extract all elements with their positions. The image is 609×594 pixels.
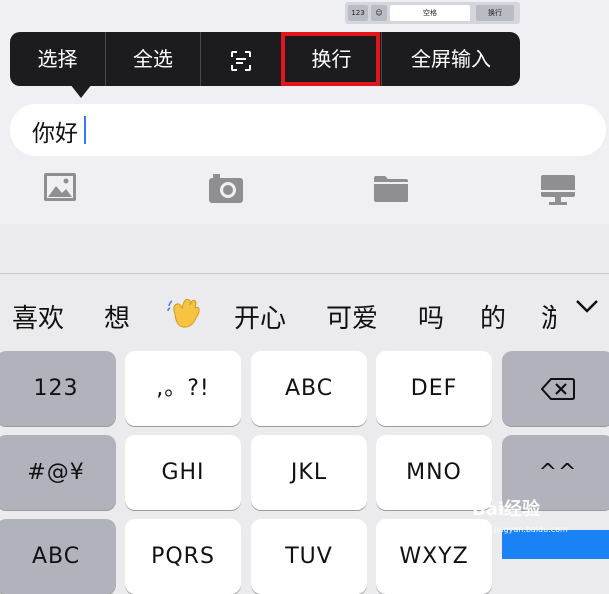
- key-wxyz[interactable]: WXYZ: [376, 519, 492, 594]
- key-tuv[interactable]: TUV: [251, 519, 367, 594]
- key-abc-switch[interactable]: ABC: [0, 519, 116, 594]
- text-caret: [84, 116, 86, 144]
- candidate-word[interactable]: 的: [480, 298, 506, 335]
- popup-pointer: [70, 84, 92, 98]
- key-symbols[interactable]: #@¥: [0, 435, 116, 510]
- candidate-word[interactable]: 游: [541, 298, 556, 335]
- candidate-word[interactable]: 可爱: [326, 298, 378, 335]
- message-input-value: 你好: [32, 121, 78, 147]
- mini-key-space: 空格: [390, 5, 470, 21]
- mini-keyboard-preview: 123 ☺ 空格 换行: [345, 2, 520, 24]
- key-punctuation[interactable]: ,。?!: [125, 351, 241, 426]
- baidu-watermark: Bai经验 jingyan.baidu.com: [472, 495, 568, 534]
- candidate-word[interactable]: 喜欢: [12, 298, 64, 335]
- highlight-box: [281, 32, 380, 86]
- scan-text-icon: [231, 50, 251, 71]
- camera-icon[interactable]: [208, 172, 244, 204]
- message-input[interactable]: 你好: [10, 104, 606, 156]
- watermark-text: Bai经验: [472, 499, 541, 520]
- key-pqrs[interactable]: PQRS: [125, 519, 241, 594]
- popup-scan-text[interactable]: [201, 32, 281, 86]
- mini-key-123: 123: [348, 5, 368, 21]
- popup-fullscreen-input[interactable]: 全屏输入: [382, 32, 520, 86]
- mini-emoji-icon: ☺: [371, 5, 387, 21]
- candidate-word[interactable]: 想: [104, 298, 130, 335]
- key-confirm[interactable]: [502, 530, 609, 559]
- watermark-url: jingyan.baidu.com: [494, 525, 568, 534]
- popup-select[interactable]: 选择: [10, 32, 105, 86]
- key-123[interactable]: 123: [0, 351, 116, 426]
- folder-icon[interactable]: [373, 175, 409, 203]
- candidate-word[interactable]: 开心: [234, 298, 286, 335]
- mini-key-return: 换行: [476, 5, 514, 21]
- popup-select-all[interactable]: 全选: [106, 32, 200, 86]
- image-icon[interactable]: [43, 172, 77, 202]
- candidate-word[interactable]: 吗: [418, 298, 444, 335]
- edit-popup-menu: 选择 全选 换行 全屏输入: [10, 32, 520, 86]
- key-abc[interactable]: ABC: [251, 351, 367, 426]
- keyboard-divider: [0, 273, 609, 274]
- delete-button[interactable]: [502, 351, 609, 426]
- key-ghi[interactable]: GHI: [125, 435, 241, 510]
- waving-hand-emoji-icon[interactable]: [166, 294, 204, 339]
- chevron-down-icon[interactable]: [574, 294, 600, 318]
- backspace-icon: [540, 378, 575, 400]
- desktop-icon[interactable]: [540, 174, 576, 206]
- key-def[interactable]: DEF: [376, 351, 492, 426]
- key-jkl[interactable]: JKL: [251, 435, 367, 510]
